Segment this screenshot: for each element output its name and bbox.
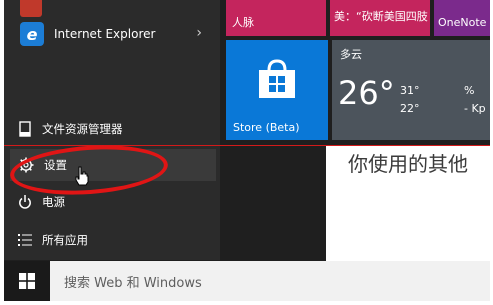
background-heading: 你使用的其他: [348, 152, 468, 176]
power-icon: [19, 195, 31, 209]
app-label: Internet Explorer: [54, 27, 156, 41]
weather-condition: 多云: [340, 48, 362, 61]
search-input[interactable]: 搜索 Web 和 Windows: [50, 261, 490, 301]
file-explorer-item[interactable]: 文件资源管理器: [10, 113, 216, 145]
all-apps-label: 所有应用: [42, 233, 88, 247]
list-icon: [18, 234, 32, 246]
store-tile[interactable]: Store (Beta): [226, 40, 328, 140]
screen-frame: e Internet Explorer › 文件资源管理器 设置 电源 所有应用…: [4, 0, 490, 301]
contacts-tile[interactable]: 人脉: [226, 0, 326, 36]
file-explorer-label: 文件资源管理器: [42, 122, 123, 136]
weather-humidity: %: [464, 84, 475, 97]
start-menu-left-pane: e Internet Explorer › 文件资源管理器 设置 电源 所有应用: [4, 0, 220, 260]
app-list-item-internet-explorer[interactable]: e Internet Explorer ›: [4, 16, 220, 52]
file-explorer-icon: [19, 121, 31, 137]
weather-tile[interactable]: 多云 26° 31° 22° % - Kp: [332, 40, 490, 140]
search-placeholder: 搜索 Web 和 Windows: [64, 276, 202, 291]
onenote-label: OneNote: [438, 16, 487, 29]
news-headline: 美：“砍断美国四肢: [334, 10, 428, 23]
start-button[interactable]: [4, 261, 50, 301]
news-tile[interactable]: 美：“砍断美国四肢: [330, 0, 430, 36]
app-icon: [20, 0, 42, 17]
power-label: 电源: [42, 195, 65, 209]
all-apps-item[interactable]: 所有应用: [10, 224, 216, 256]
weather-high: 31°: [400, 84, 420, 97]
weather-low: 22°: [400, 102, 420, 115]
chevron-right-icon[interactable]: ›: [196, 25, 202, 41]
ie-icon: e: [20, 22, 44, 46]
weather-temperature: 26°: [338, 74, 395, 112]
annotation-line: [4, 145, 490, 146]
onenote-tile[interactable]: OneNote: [434, 0, 490, 36]
windows-logo-icon: [19, 273, 35, 289]
weather-wind: - Kp: [464, 102, 486, 115]
contacts-tile-label: 人脉: [232, 16, 254, 29]
store-bag-icon: [259, 59, 295, 98]
store-tile-label: Store (Beta): [233, 121, 300, 134]
taskbar: 搜索 Web 和 Windows: [4, 261, 490, 301]
